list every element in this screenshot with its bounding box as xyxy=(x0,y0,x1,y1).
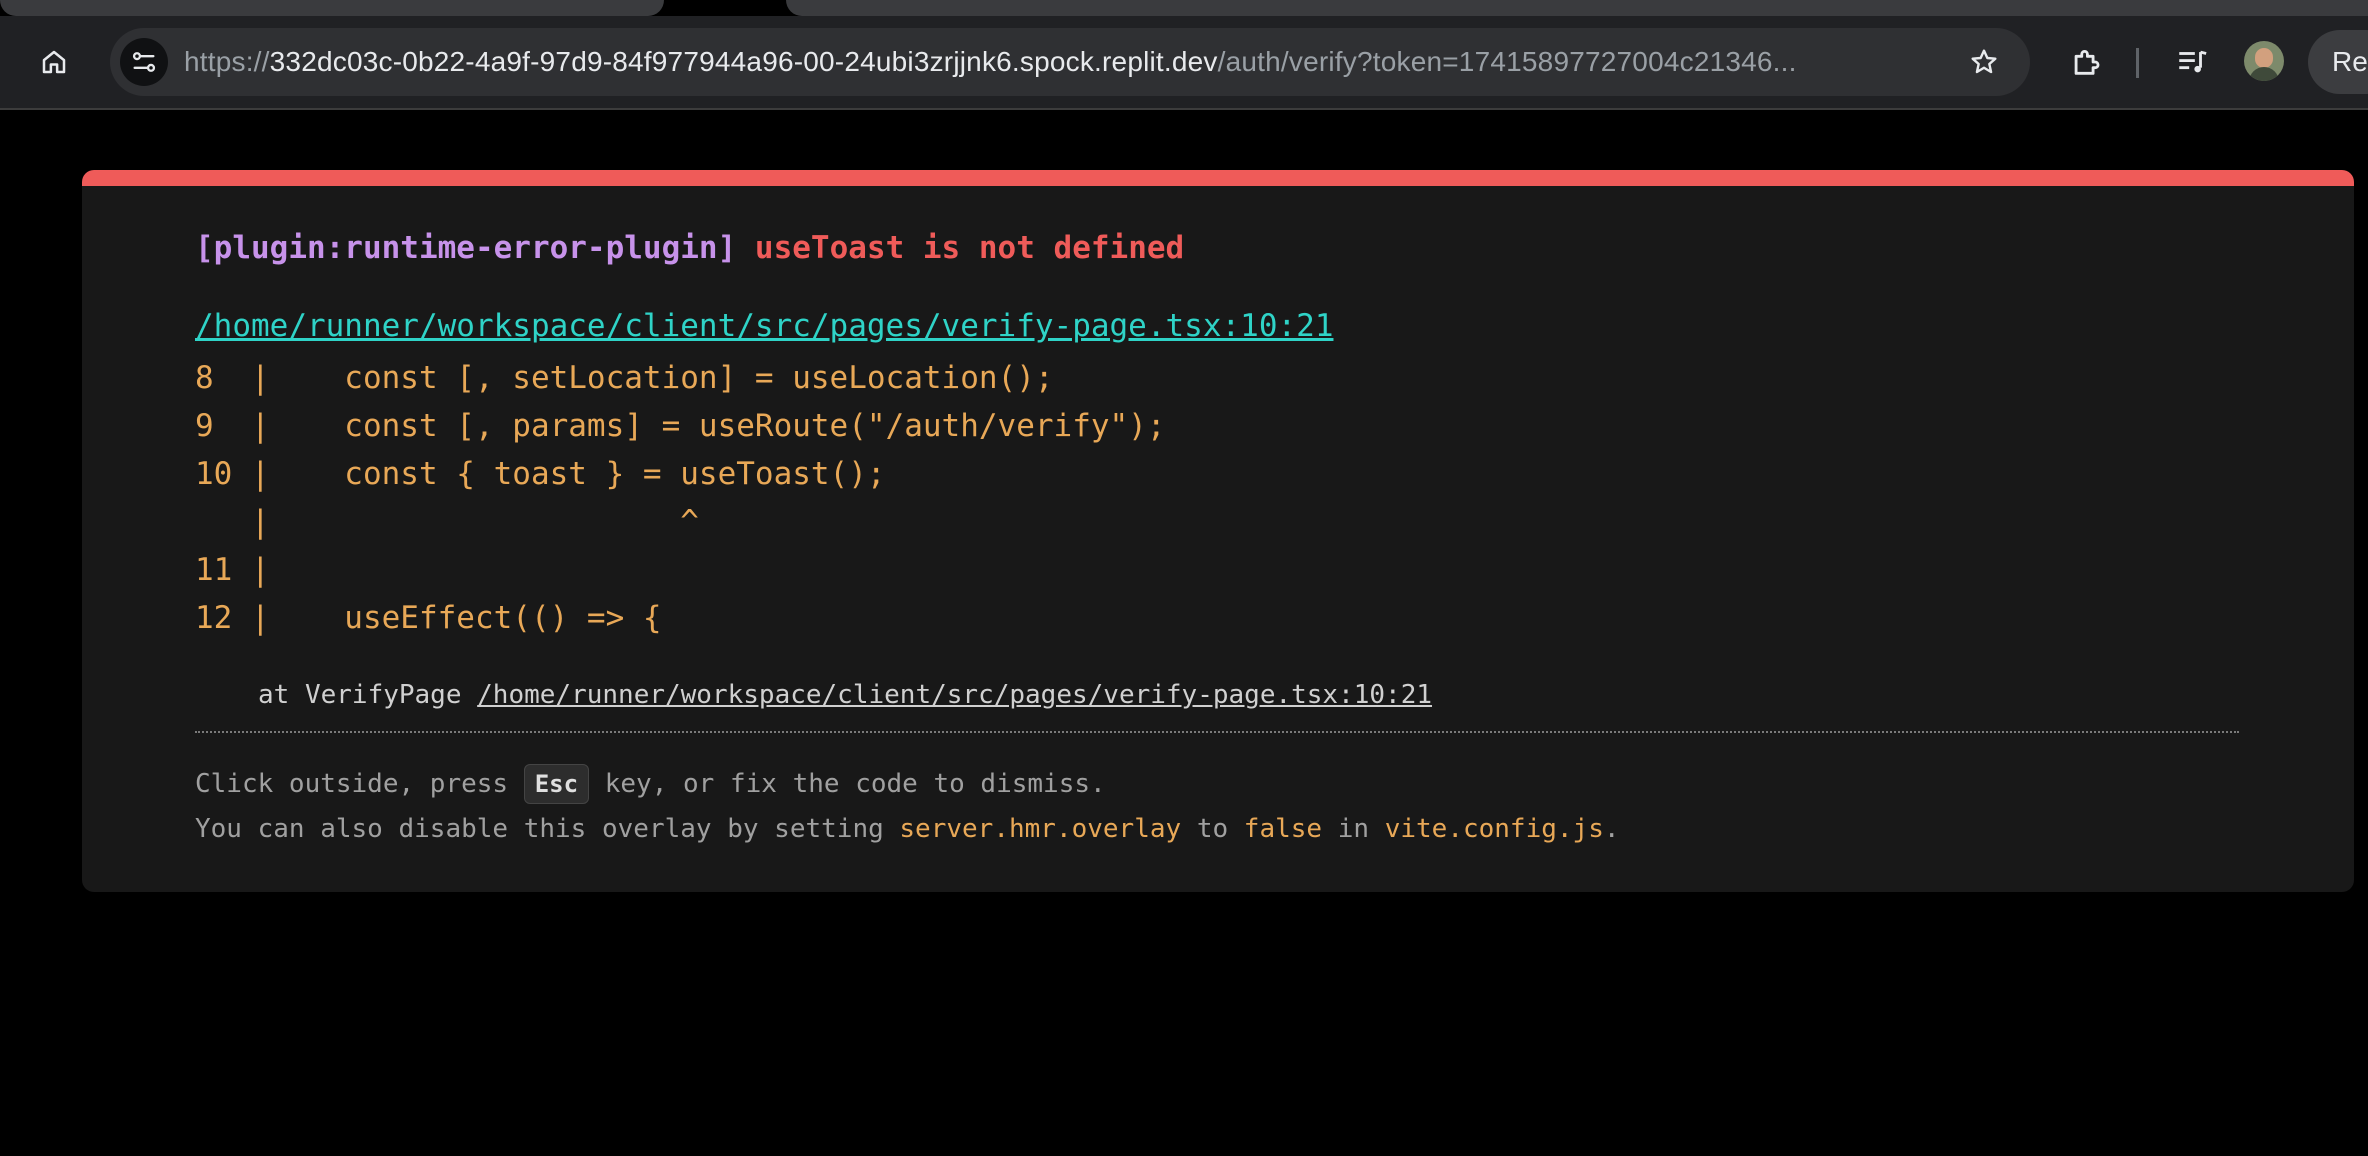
toolbar-divider xyxy=(2136,48,2139,78)
error-file-link[interactable]: /home/runner/workspace/client/src/pages/… xyxy=(195,308,1333,344)
browser-tab[interactable] xyxy=(786,0,2368,16)
url-path: /auth/verify?token=17415897727004c21346.… xyxy=(1217,46,1797,77)
tip-text: key, or fix the code to dismiss. xyxy=(589,769,1106,799)
error-overlay[interactable]: [plugin:runtime-error-plugin] useToast i… xyxy=(82,170,2354,892)
browser-toolbar: https://332dc03c-0b22-4a9f-97d9-84f97794… xyxy=(0,16,2368,110)
extensions-icon xyxy=(2074,50,2100,75)
disable-overlay-tip: You can also disable this overlay by set… xyxy=(195,814,1620,844)
site-info-button[interactable] xyxy=(120,38,168,86)
home-icon xyxy=(42,50,66,74)
url-host: 332dc03c-0b22-4a9f-97d9-84f977944a96-00-… xyxy=(269,46,1218,77)
code-line: 12 | useEffect(() => { xyxy=(195,600,662,636)
config-file: vite.config.js xyxy=(1384,814,1604,844)
profile-avatar[interactable] xyxy=(2244,41,2284,81)
config-value: false xyxy=(1243,814,1323,844)
plugin-name: [plugin:runtime-error-plugin] xyxy=(195,230,737,266)
url-scheme: https:// xyxy=(184,46,270,77)
code-line: 9 | const [, params] = useRoute("/auth/v… xyxy=(195,408,1166,444)
stack-trace: at VerifyPage /home/runner/workspace/cli… xyxy=(258,680,1432,710)
stack-file-link[interactable]: /home/runner/workspace/client/src/pages/… xyxy=(477,680,1432,710)
bookmark-button[interactable] xyxy=(1964,42,2004,82)
url-text[interactable]: https://332dc03c-0b22-4a9f-97d9-84f97794… xyxy=(184,28,1797,96)
tip-text: . xyxy=(1603,814,1620,844)
tab-strip xyxy=(0,0,2368,16)
relaunch-button[interactable]: Rel xyxy=(2308,30,2368,94)
avatar-face xyxy=(2255,48,2273,68)
config-key: server.hmr.overlay xyxy=(899,814,1182,844)
browser-tab[interactable] xyxy=(0,0,664,16)
tip-text: in xyxy=(1322,814,1385,844)
tip-text: Click outside, press xyxy=(195,769,524,799)
dismiss-tip: Click outside, press Esc key, or fix the… xyxy=(195,764,1106,804)
tip-text: You can also disable this overlay by set… xyxy=(195,814,900,844)
address-bar[interactable]: https://332dc03c-0b22-4a9f-97d9-84f97794… xyxy=(110,28,2030,96)
avatar-body xyxy=(2249,67,2279,81)
code-line: 8 | const [, setLocation] = useLocation(… xyxy=(195,360,1054,396)
site-info-icon xyxy=(132,52,156,72)
tip-text: to xyxy=(1181,814,1244,844)
error-message: [plugin:runtime-error-plugin] useToast i… xyxy=(195,230,1184,266)
media-queue-icon xyxy=(2179,50,2207,73)
bookmark-star-icon xyxy=(1971,49,1997,74)
stack-prefix: at VerifyPage xyxy=(258,680,478,710)
error-text: useToast is not defined xyxy=(754,230,1185,266)
code-frame: 8 | const [, setLocation] = useLocation(… xyxy=(195,354,1166,642)
code-caret-line: | ^ xyxy=(195,504,699,540)
esc-key: Esc xyxy=(523,764,590,804)
media-queue-button[interactable] xyxy=(2172,42,2212,82)
separator xyxy=(195,731,2239,733)
home-button[interactable] xyxy=(34,42,74,82)
code-line: 10 | const { toast } = useToast(); xyxy=(195,456,886,492)
code-line: 11 | xyxy=(195,552,270,588)
extensions-button[interactable] xyxy=(2066,42,2106,82)
